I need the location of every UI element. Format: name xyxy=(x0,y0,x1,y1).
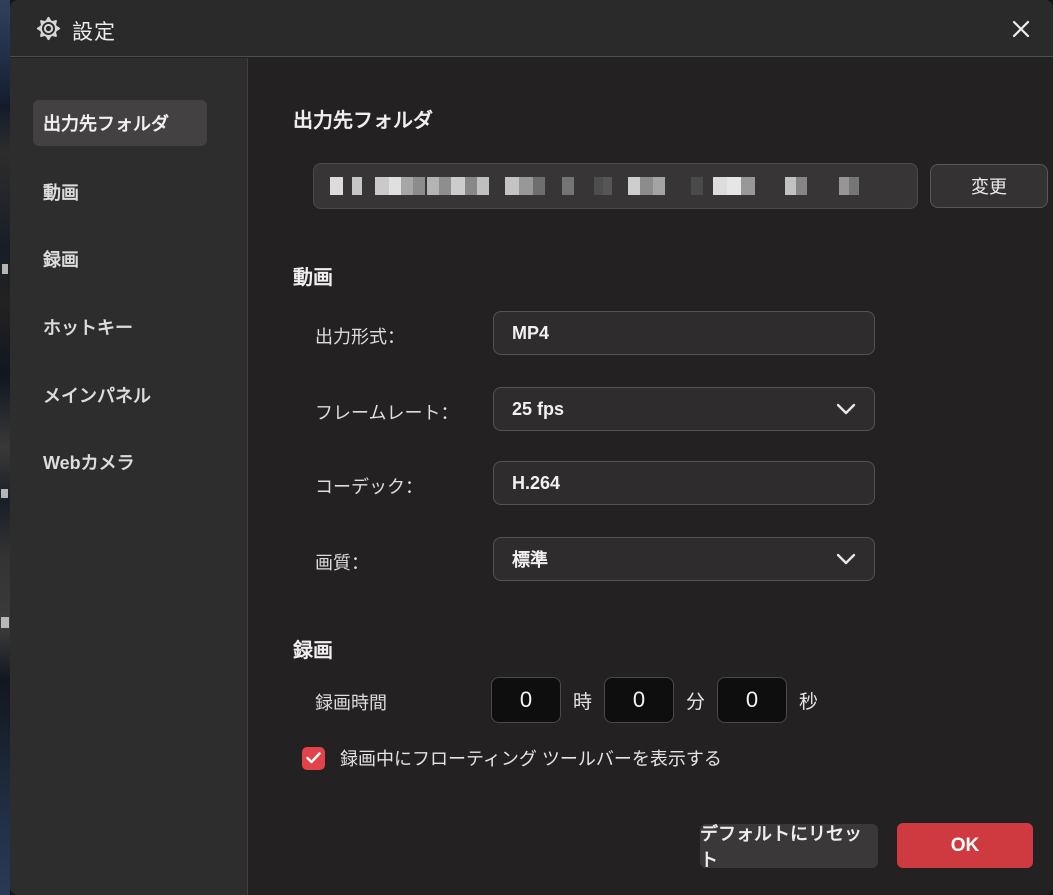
recording-heading: 録画 xyxy=(293,640,333,662)
background-text-fragment xyxy=(2,264,8,274)
background-app-strip xyxy=(0,0,10,895)
floating-toolbar-checkbox[interactable] xyxy=(302,746,325,770)
hours-unit-label: 時 xyxy=(573,691,593,713)
frame-rate-dropdown[interactable]: 25 fps xyxy=(493,387,875,431)
settings-sidebar: 出力先フォルダ 動画 録画 ホットキー メインパネル Webカメラ xyxy=(10,58,248,895)
frame-rate-label: フレームレート： xyxy=(315,403,459,423)
background-text-fragment xyxy=(1,489,8,498)
minutes-unit-label: 分 xyxy=(686,691,706,713)
output-path-field[interactable] xyxy=(313,163,918,209)
output-format-value: MP4 xyxy=(512,322,550,343)
output-folder-heading: 出力先フォルダ xyxy=(293,110,433,132)
sidebar-item-video[interactable]: 動画 xyxy=(33,169,207,215)
minutes-input[interactable]: 0 xyxy=(604,677,675,723)
sidebar-item-recording[interactable]: 録画 xyxy=(33,236,207,282)
redacted-path-text xyxy=(330,177,859,195)
gear-icon xyxy=(36,16,61,41)
recording-time-row: 0 時 0 分 0 秒 xyxy=(491,677,820,723)
codec-value: H.264 xyxy=(512,472,561,493)
dialog-title: 設定 xyxy=(72,21,116,44)
sidebar-item-webcam[interactable]: Webカメラ xyxy=(33,439,207,485)
checkmark-icon xyxy=(306,752,321,764)
change-folder-button[interactable]: 変更 xyxy=(930,164,1048,208)
quality-dropdown[interactable]: 標準 xyxy=(493,537,875,581)
codec-label: コーデック： xyxy=(315,477,423,497)
output-format-label: 出力形式： xyxy=(315,327,405,347)
dialog-titlebar: 設定 xyxy=(10,0,1053,57)
settings-dialog: 設定 出力先フォルダ 動画 録画 ホットキー メインパネル Webカメラ 出力先… xyxy=(10,0,1053,895)
seconds-unit-label: 秒 xyxy=(799,691,819,713)
ok-button[interactable]: OK xyxy=(897,823,1033,868)
output-format-field[interactable]: MP4 xyxy=(493,311,875,355)
floating-toolbar-checkbox-label: 録画中にフローティング ツールバーを表示する xyxy=(340,749,722,769)
reset-to-default-button[interactable]: デフォルトにリセット xyxy=(700,824,878,870)
floating-toolbar-checkbox-row[interactable]: 録画中にフローティング ツールバーを表示する xyxy=(302,745,722,771)
chevron-down-icon xyxy=(836,403,856,415)
seconds-input[interactable]: 0 xyxy=(717,677,788,723)
settings-window: 設定 出力先フォルダ 動画 録画 ホットキー メインパネル Webカメラ 出力先… xyxy=(0,0,1053,895)
sidebar-item-main-panel[interactable]: メインパネル xyxy=(33,372,207,418)
close-icon xyxy=(1012,20,1030,38)
frame-rate-value: 25 fps xyxy=(512,398,565,419)
quality-label: 画質： xyxy=(315,553,369,573)
sidebar-item-hotkeys[interactable]: ホットキー xyxy=(33,304,207,350)
chevron-down-icon xyxy=(836,553,856,565)
background-text-fragment xyxy=(1,617,9,628)
close-button[interactable] xyxy=(1001,9,1041,49)
hours-input[interactable]: 0 xyxy=(491,677,561,723)
quality-value: 標準 xyxy=(512,550,548,570)
settings-main-panel: 出力先フォルダ 変更 動画 出力形式： MP4 フレームレート： 25 fps … xyxy=(249,58,1053,895)
recording-duration-label: 録画時間 xyxy=(315,693,387,713)
codec-field[interactable]: H.264 xyxy=(493,461,875,505)
sidebar-item-output-folder[interactable]: 出力先フォルダ xyxy=(33,100,207,146)
video-heading: 動画 xyxy=(293,267,333,289)
